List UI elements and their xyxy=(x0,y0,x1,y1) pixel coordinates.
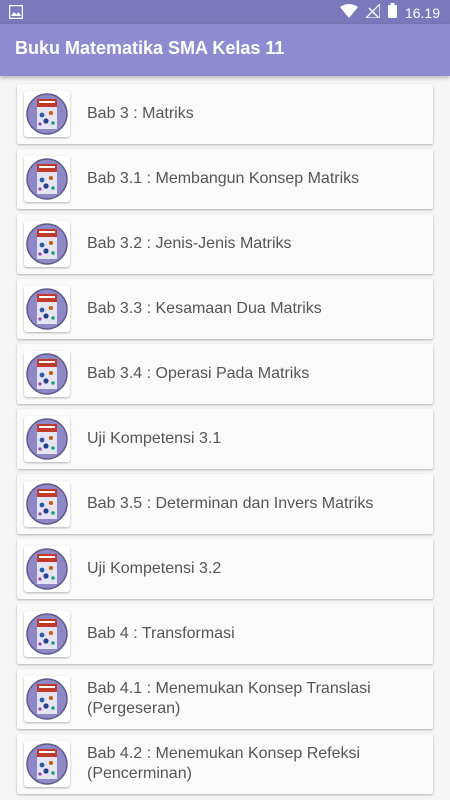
status-bar: 16.19 xyxy=(0,0,450,24)
list-item-label: Uji Kompetensi 3.2 xyxy=(87,560,222,577)
book-cover-icon xyxy=(24,221,70,267)
book-cover-icon xyxy=(24,286,70,332)
book-cover-icon xyxy=(24,611,70,657)
battery-icon xyxy=(387,3,397,23)
book-cover-icon xyxy=(24,416,70,462)
list-item-label: Bab 3.3 : Kesamaan Dua Matriks xyxy=(87,300,322,317)
chapter-list[interactable]: Bab 3 : Matriks Bab 3.1 : Membangun Kons… xyxy=(17,84,433,799)
status-time: 16.19 xyxy=(404,5,440,21)
list-item[interactable]: Bab 3.2 : Jenis-Jenis Matriks xyxy=(17,214,433,274)
list-item[interactable]: Bab 4.2 : Menemukan Konsep Refeksi (Penc… xyxy=(17,734,433,794)
book-cover-icon xyxy=(24,676,70,722)
no-signal-icon xyxy=(364,2,381,23)
list-item-label: Bab 4.1 : Menemukan Konsep Translasi (Pe… xyxy=(87,680,371,717)
image-icon xyxy=(8,4,24,24)
list-item[interactable]: Bab 3.4 : Operasi Pada Matriks xyxy=(17,344,433,404)
list-item-label: Bab 4.2 : Menemukan Konsep Refeksi (Penc… xyxy=(87,745,361,782)
list-item-label: Bab 3.2 : Jenis-Jenis Matriks xyxy=(87,235,292,252)
list-item-label: Bab 3.5 : Determinan dan Invers Matriks xyxy=(87,495,374,512)
list-item[interactable]: Bab 3.1 : Membangun Konsep Matriks xyxy=(17,149,433,209)
list-item-label: Bab 4 : Transformasi xyxy=(87,625,235,642)
list-item-label: Uji Kompetensi 3.1 xyxy=(87,430,222,447)
wifi-icon xyxy=(339,3,358,23)
list-item[interactable]: Bab 3.3 : Kesamaan Dua Matriks xyxy=(17,279,433,339)
list-item[interactable]: Uji Kompetensi 3.1 xyxy=(17,409,433,469)
list-item[interactable]: Bab 4 : Transformasi xyxy=(17,604,433,664)
list-item-label: Bab 3.1 : Membangun Konsep Matriks xyxy=(87,170,360,187)
list-item[interactable]: Bab 3.5 : Determinan dan Invers Matriks xyxy=(17,474,433,534)
app-title: Buku Matematika SMA Kelas 11 xyxy=(15,38,285,58)
list-item-label: Bab 3.4 : Operasi Pada Matriks xyxy=(87,365,310,382)
book-cover-icon xyxy=(24,741,70,787)
app-bar: Buku Matematika SMA Kelas 11 xyxy=(0,24,450,76)
book-cover-icon xyxy=(24,481,70,527)
book-cover-icon xyxy=(24,351,70,397)
list-item[interactable]: Bab 4.1 : Menemukan Konsep Translasi (Pe… xyxy=(17,669,433,729)
book-cover-icon xyxy=(24,156,70,202)
book-cover-icon xyxy=(24,546,70,592)
list-item[interactable]: Bab 3 : Matriks xyxy=(17,84,433,144)
book-cover-icon xyxy=(24,91,70,137)
list-item-label: Bab 3 : Matriks xyxy=(87,105,194,122)
list-item[interactable]: Uji Kompetensi 3.2 xyxy=(17,539,433,599)
